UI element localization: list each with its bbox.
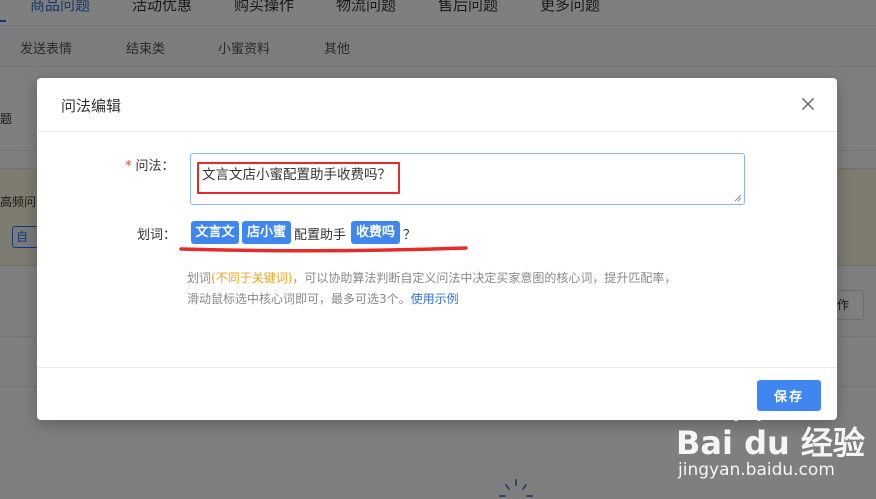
hint-highlight: (不同于关键词) <box>211 271 293 285</box>
usage-example-link[interactable]: 使用示例 <box>411 292 459 306</box>
segment-word[interactable]: ？ <box>403 224 416 243</box>
close-icon[interactable] <box>799 95 817 113</box>
dialog-footer: 保存 <box>37 367 837 420</box>
question-edit-dialog: 问法编辑 * 问法： 文言文店小蜜配置助手收费吗？ 划词： 文言文 店小蜜 配置助… <box>37 78 837 420</box>
resize-handle-icon[interactable] <box>734 194 742 202</box>
dialog-title: 问法编辑 <box>61 97 122 115</box>
segment-hint-line-1: 划词(不同于关键词)，可以协助算法判断自定义问法中决定买家意图的核心词，提升匹配… <box>187 269 676 286</box>
segment-word[interactable]: 配置助手 <box>294 224 346 243</box>
annotation-underline <box>179 246 468 253</box>
segment-label: 划词： <box>137 228 177 243</box>
question-label-text: 问法： <box>135 159 175 174</box>
hint-text: ，可以协助算法判断自定义问法中决定买家意图的核心词，提升匹配率， <box>292 271 677 285</box>
segment-word-selected[interactable]: 收费吗 <box>351 221 400 244</box>
question-label: * 问法： <box>125 155 175 174</box>
question-input-value: 文言文店小蜜配置助手收费吗？ <box>202 167 391 183</box>
required-mark: * <box>125 159 132 174</box>
segment-word-selected[interactable]: 店小蜜 <box>242 221 291 244</box>
hint-text: 滑动鼠标选中核心词即可，最多可选3个。 <box>187 292 411 306</box>
hint-prefix: 划词 <box>187 271 212 285</box>
segment-hint-line-2: 滑动鼠标选中核心词即可，最多可选3个。使用示例 <box>187 290 459 307</box>
segment-word-selected[interactable]: 文言文 <box>191 221 239 244</box>
question-input[interactable]: 文言文店小蜜配置助手收费吗？ <box>190 153 745 205</box>
save-button[interactable]: 保存 <box>757 380 821 411</box>
dialog-header: 问法编辑 <box>37 78 837 132</box>
dialog-body: * 问法： 文言文店小蜜配置助手收费吗？ 划词： 文言文 店小蜜 配置助手 收费吗… <box>37 133 837 367</box>
